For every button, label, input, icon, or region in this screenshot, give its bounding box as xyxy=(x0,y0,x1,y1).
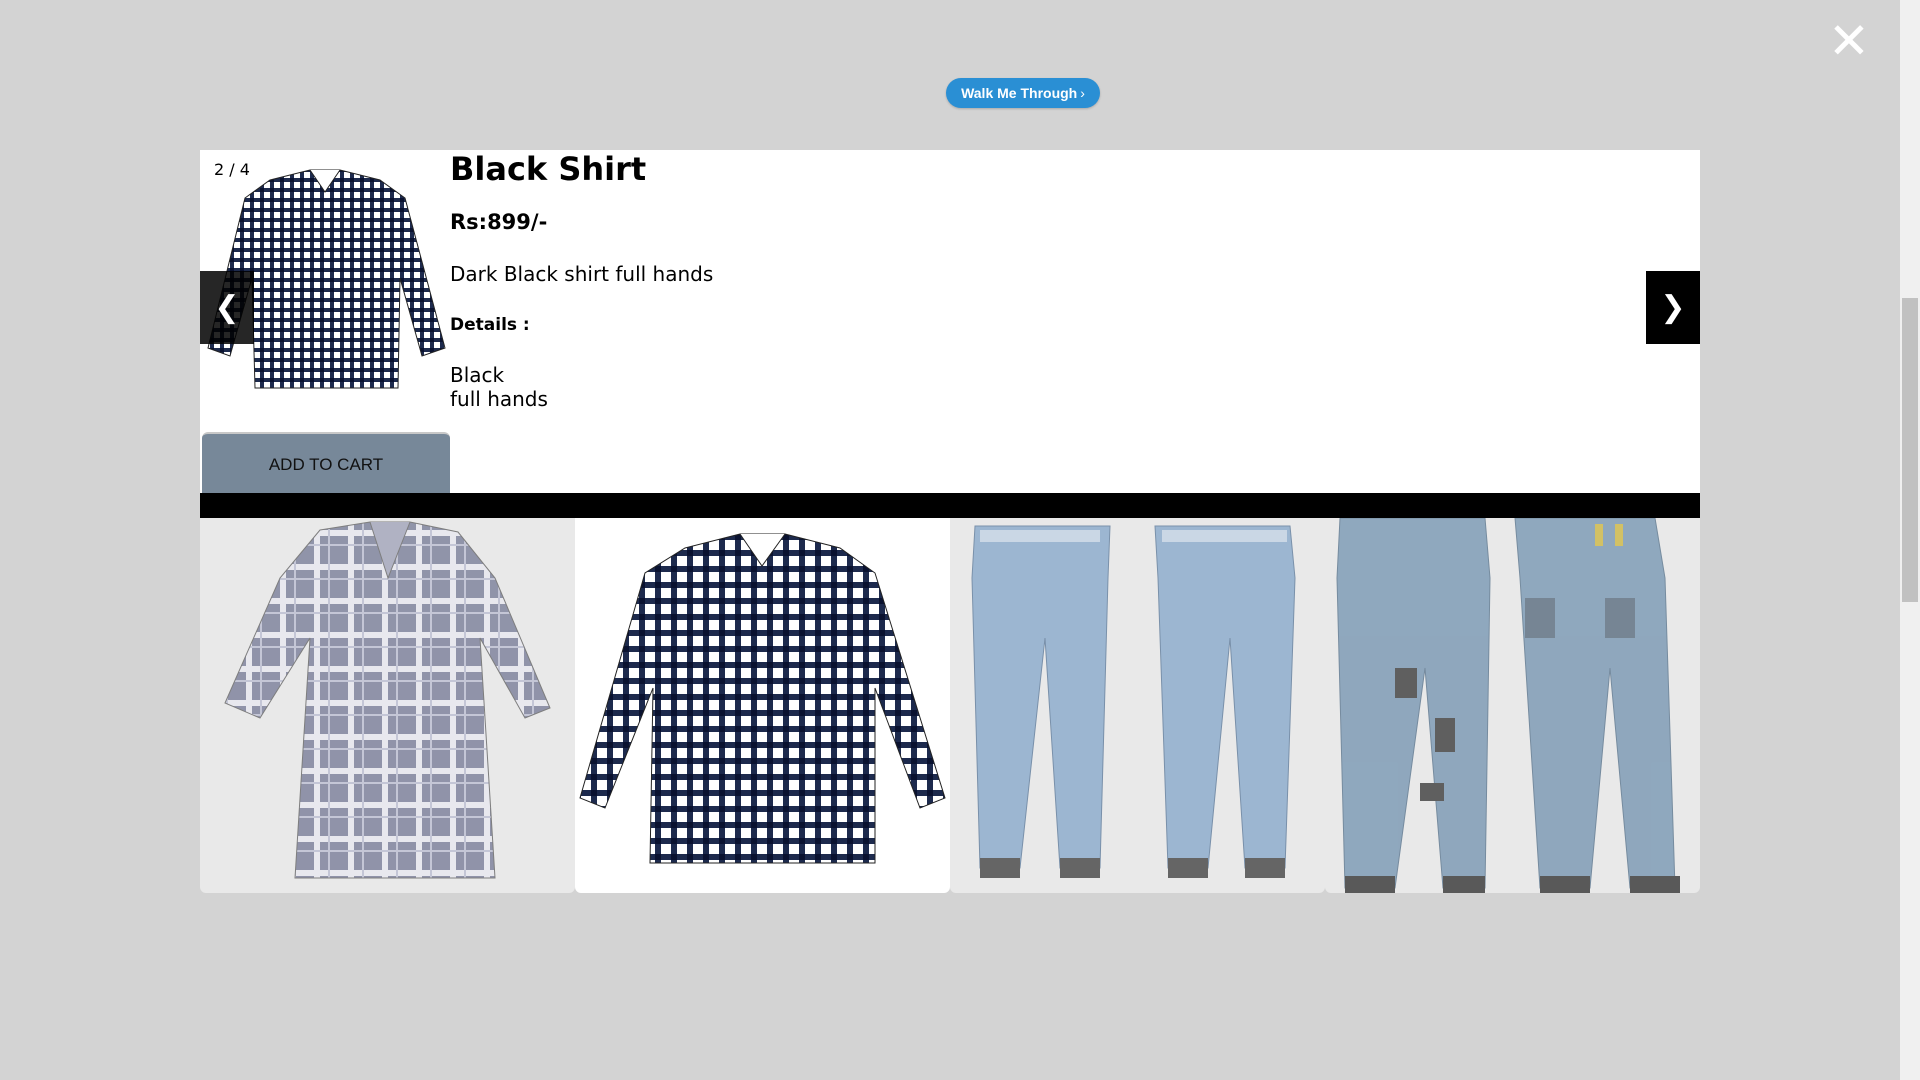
walk-me-through-button[interactable]: Walk Me Through › xyxy=(946,78,1100,108)
thumbnail-strip xyxy=(200,518,1700,893)
jeans-icon xyxy=(971,525,1296,878)
product-detail-panel: 2 / 4 ❮ ❯ Black Shirt Rs:899/- Dark Blac… xyxy=(200,150,1700,493)
thumbnail-item[interactable] xyxy=(950,518,1325,893)
thumbnail-divider xyxy=(200,493,1700,518)
thumbnail-item[interactable] xyxy=(1325,518,1700,893)
add-to-cart-button[interactable]: ADD TO CART xyxy=(202,432,450,493)
details-label: Details : xyxy=(450,315,530,335)
previous-arrow-icon[interactable]: ❮ xyxy=(200,271,254,344)
next-arrow-icon[interactable]: ❯ xyxy=(1646,271,1700,344)
details-line: Black xyxy=(450,363,505,387)
product-price: Rs:899/- xyxy=(450,210,548,234)
product-title: Black Shirt xyxy=(450,150,647,188)
slide-counter: 2 / 4 xyxy=(214,160,250,179)
scrollbar[interactable] xyxy=(1900,0,1920,1080)
product-description: Dark Black shirt full hands xyxy=(450,262,714,286)
chevron-right-icon: › xyxy=(1080,85,1085,101)
shirt-icon xyxy=(224,521,551,879)
thumbnail-item[interactable] xyxy=(575,518,950,893)
close-icon[interactable]: ✕ xyxy=(1826,16,1872,66)
details-line: full hands xyxy=(450,387,548,411)
thumbnail-item[interactable] xyxy=(200,518,575,893)
shirt-icon xyxy=(579,533,946,864)
scrollbar-thumb[interactable] xyxy=(1902,298,1918,602)
jeans-icon xyxy=(1336,518,1680,893)
details-list: Black full hands xyxy=(450,363,548,411)
walk-me-through-label: Walk Me Through xyxy=(961,85,1078,101)
